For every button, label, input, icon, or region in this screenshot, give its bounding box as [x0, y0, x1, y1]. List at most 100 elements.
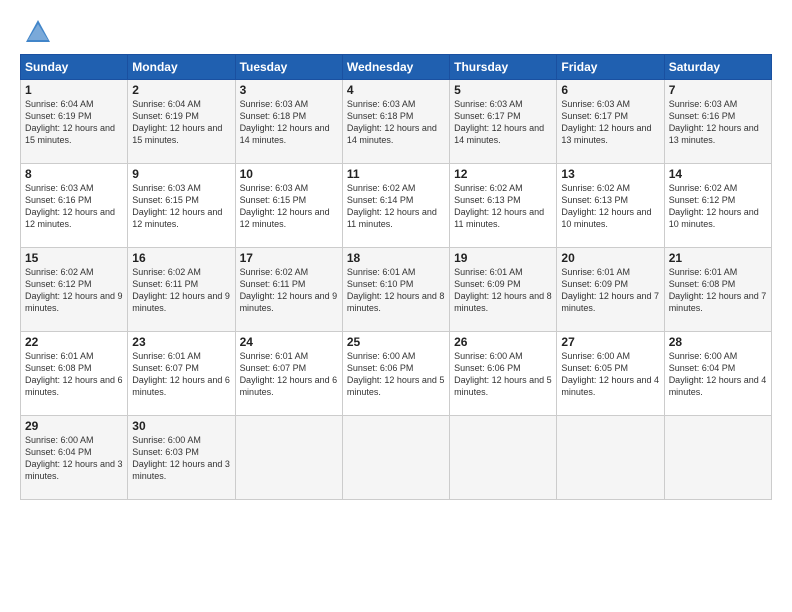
day-info: Sunrise: 6:04 AMSunset: 6:19 PMDaylight:…: [25, 98, 123, 147]
day-cell-28: 28Sunrise: 6:00 AMSunset: 6:04 PMDayligh…: [664, 332, 771, 416]
day-header-saturday: Saturday: [664, 55, 771, 80]
day-cell-4: 4Sunrise: 6:03 AMSunset: 6:18 PMDaylight…: [342, 80, 449, 164]
day-cell-1: 1Sunrise: 6:04 AMSunset: 6:19 PMDaylight…: [21, 80, 128, 164]
day-cell-8: 8Sunrise: 6:03 AMSunset: 6:16 PMDaylight…: [21, 164, 128, 248]
day-header-thursday: Thursday: [450, 55, 557, 80]
day-cell-21: 21Sunrise: 6:01 AMSunset: 6:08 PMDayligh…: [664, 248, 771, 332]
day-info: Sunrise: 6:00 AMSunset: 6:04 PMDaylight:…: [669, 350, 767, 399]
day-number: 19: [454, 251, 552, 265]
day-header-tuesday: Tuesday: [235, 55, 342, 80]
day-number: 3: [240, 83, 338, 97]
day-cell-25: 25Sunrise: 6:00 AMSunset: 6:06 PMDayligh…: [342, 332, 449, 416]
day-header-wednesday: Wednesday: [342, 55, 449, 80]
day-cell-12: 12Sunrise: 6:02 AMSunset: 6:13 PMDayligh…: [450, 164, 557, 248]
day-cell-3: 3Sunrise: 6:03 AMSunset: 6:18 PMDaylight…: [235, 80, 342, 164]
day-cell-6: 6Sunrise: 6:03 AMSunset: 6:17 PMDaylight…: [557, 80, 664, 164]
day-cell-10: 10Sunrise: 6:03 AMSunset: 6:15 PMDayligh…: [235, 164, 342, 248]
day-info: Sunrise: 6:01 AMSunset: 6:09 PMDaylight:…: [561, 266, 659, 315]
day-number: 13: [561, 167, 659, 181]
day-number: 1: [25, 83, 123, 97]
day-info: Sunrise: 6:01 AMSunset: 6:07 PMDaylight:…: [240, 350, 338, 399]
day-number: 22: [25, 335, 123, 349]
day-info: Sunrise: 6:01 AMSunset: 6:10 PMDaylight:…: [347, 266, 445, 315]
day-cell-22: 22Sunrise: 6:01 AMSunset: 6:08 PMDayligh…: [21, 332, 128, 416]
day-number: 17: [240, 251, 338, 265]
empty-cell: [235, 416, 342, 500]
day-number: 9: [132, 167, 230, 181]
day-info: Sunrise: 6:01 AMSunset: 6:09 PMDaylight:…: [454, 266, 552, 315]
day-number: 16: [132, 251, 230, 265]
day-cell-20: 20Sunrise: 6:01 AMSunset: 6:09 PMDayligh…: [557, 248, 664, 332]
logo-icon: [24, 18, 52, 46]
day-info: Sunrise: 6:00 AMSunset: 6:05 PMDaylight:…: [561, 350, 659, 399]
day-number: 14: [669, 167, 767, 181]
day-cell-7: 7Sunrise: 6:03 AMSunset: 6:16 PMDaylight…: [664, 80, 771, 164]
day-cell-19: 19Sunrise: 6:01 AMSunset: 6:09 PMDayligh…: [450, 248, 557, 332]
day-cell-17: 17Sunrise: 6:02 AMSunset: 6:11 PMDayligh…: [235, 248, 342, 332]
day-number: 28: [669, 335, 767, 349]
day-number: 20: [561, 251, 659, 265]
day-cell-5: 5Sunrise: 6:03 AMSunset: 6:17 PMDaylight…: [450, 80, 557, 164]
day-info: Sunrise: 6:04 AMSunset: 6:19 PMDaylight:…: [132, 98, 230, 147]
day-cell-2: 2Sunrise: 6:04 AMSunset: 6:19 PMDaylight…: [128, 80, 235, 164]
day-info: Sunrise: 6:01 AMSunset: 6:08 PMDaylight:…: [669, 266, 767, 315]
day-header-sunday: Sunday: [21, 55, 128, 80]
day-number: 26: [454, 335, 552, 349]
day-info: Sunrise: 6:00 AMSunset: 6:06 PMDaylight:…: [347, 350, 445, 399]
day-cell-30: 30Sunrise: 6:00 AMSunset: 6:03 PMDayligh…: [128, 416, 235, 500]
empty-cell: [342, 416, 449, 500]
empty-cell: [557, 416, 664, 500]
day-info: Sunrise: 6:00 AMSunset: 6:03 PMDaylight:…: [132, 434, 230, 483]
day-info: Sunrise: 6:02 AMSunset: 6:13 PMDaylight:…: [561, 182, 659, 231]
day-number: 18: [347, 251, 445, 265]
day-number: 10: [240, 167, 338, 181]
day-cell-14: 14Sunrise: 6:02 AMSunset: 6:12 PMDayligh…: [664, 164, 771, 248]
day-number: 8: [25, 167, 123, 181]
day-number: 5: [454, 83, 552, 97]
day-info: Sunrise: 6:03 AMSunset: 6:16 PMDaylight:…: [669, 98, 767, 147]
day-cell-23: 23Sunrise: 6:01 AMSunset: 6:07 PMDayligh…: [128, 332, 235, 416]
day-info: Sunrise: 6:03 AMSunset: 6:17 PMDaylight:…: [561, 98, 659, 147]
day-info: Sunrise: 6:02 AMSunset: 6:11 PMDaylight:…: [132, 266, 230, 315]
day-number: 11: [347, 167, 445, 181]
day-cell-15: 15Sunrise: 6:02 AMSunset: 6:12 PMDayligh…: [21, 248, 128, 332]
day-info: Sunrise: 6:03 AMSunset: 6:16 PMDaylight:…: [25, 182, 123, 231]
calendar-table: SundayMondayTuesdayWednesdayThursdayFrid…: [20, 54, 772, 500]
day-number: 27: [561, 335, 659, 349]
day-info: Sunrise: 6:00 AMSunset: 6:04 PMDaylight:…: [25, 434, 123, 483]
day-info: Sunrise: 6:02 AMSunset: 6:12 PMDaylight:…: [25, 266, 123, 315]
day-number: 2: [132, 83, 230, 97]
day-number: 4: [347, 83, 445, 97]
day-cell-29: 29Sunrise: 6:00 AMSunset: 6:04 PMDayligh…: [21, 416, 128, 500]
day-number: 6: [561, 83, 659, 97]
day-number: 25: [347, 335, 445, 349]
day-info: Sunrise: 6:00 AMSunset: 6:06 PMDaylight:…: [454, 350, 552, 399]
day-number: 23: [132, 335, 230, 349]
day-info: Sunrise: 6:01 AMSunset: 6:08 PMDaylight:…: [25, 350, 123, 399]
day-number: 7: [669, 83, 767, 97]
day-cell-16: 16Sunrise: 6:02 AMSunset: 6:11 PMDayligh…: [128, 248, 235, 332]
day-info: Sunrise: 6:03 AMSunset: 6:17 PMDaylight:…: [454, 98, 552, 147]
empty-cell: [450, 416, 557, 500]
day-cell-27: 27Sunrise: 6:00 AMSunset: 6:05 PMDayligh…: [557, 332, 664, 416]
day-info: Sunrise: 6:03 AMSunset: 6:15 PMDaylight:…: [132, 182, 230, 231]
day-header-friday: Friday: [557, 55, 664, 80]
day-header-monday: Monday: [128, 55, 235, 80]
day-info: Sunrise: 6:03 AMSunset: 6:15 PMDaylight:…: [240, 182, 338, 231]
day-info: Sunrise: 6:02 AMSunset: 6:12 PMDaylight:…: [669, 182, 767, 231]
day-number: 15: [25, 251, 123, 265]
day-info: Sunrise: 6:03 AMSunset: 6:18 PMDaylight:…: [347, 98, 445, 147]
day-cell-9: 9Sunrise: 6:03 AMSunset: 6:15 PMDaylight…: [128, 164, 235, 248]
logo: [20, 18, 52, 46]
day-number: 29: [25, 419, 123, 433]
day-info: Sunrise: 6:03 AMSunset: 6:18 PMDaylight:…: [240, 98, 338, 147]
day-number: 12: [454, 167, 552, 181]
day-info: Sunrise: 6:02 AMSunset: 6:11 PMDaylight:…: [240, 266, 338, 315]
empty-cell: [664, 416, 771, 500]
day-cell-26: 26Sunrise: 6:00 AMSunset: 6:06 PMDayligh…: [450, 332, 557, 416]
day-number: 30: [132, 419, 230, 433]
day-number: 24: [240, 335, 338, 349]
day-cell-11: 11Sunrise: 6:02 AMSunset: 6:14 PMDayligh…: [342, 164, 449, 248]
day-info: Sunrise: 6:01 AMSunset: 6:07 PMDaylight:…: [132, 350, 230, 399]
day-info: Sunrise: 6:02 AMSunset: 6:14 PMDaylight:…: [347, 182, 445, 231]
